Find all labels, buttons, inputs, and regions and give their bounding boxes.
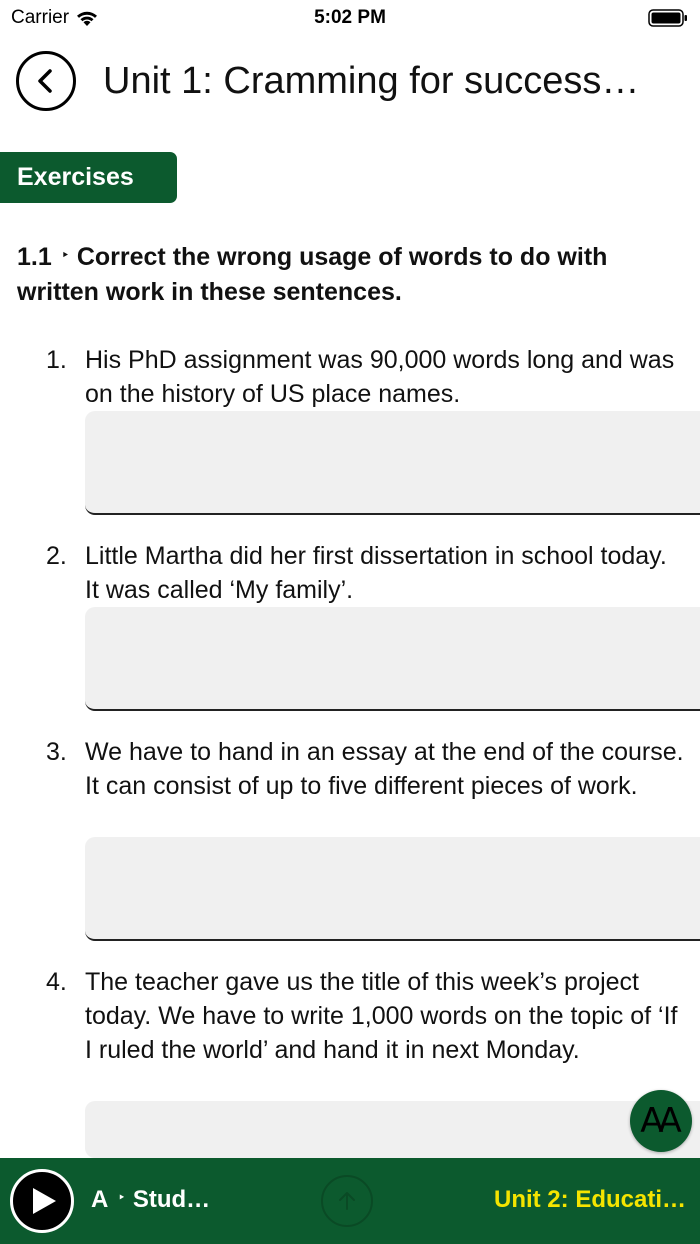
- chevron-left-icon: [38, 69, 52, 93]
- question-text: Little Martha did her first dissertation…: [85, 542, 667, 604]
- font-size-button[interactable]: AA: [630, 1090, 692, 1152]
- triangle-right-icon: ‣: [61, 248, 69, 263]
- scroll-top-button[interactable]: [321, 1175, 373, 1227]
- page-title: Unit 1: Cramming for success…: [103, 60, 640, 102]
- status-time: 5:02 PM: [314, 7, 386, 28]
- status-bar: Carrier 5:02 PM: [0, 0, 700, 36]
- exercise-number: 1.1: [17, 243, 52, 271]
- answer-field-3[interactable]: [85, 837, 700, 941]
- previous-section-link[interactable]: A ‣ Stud…: [91, 1186, 210, 1214]
- instruction-text: Correct the wrong usage of words to do w…: [17, 243, 608, 307]
- answer-field-1[interactable]: [85, 411, 700, 515]
- question-text: The teacher gave us the title of this we…: [85, 968, 678, 1064]
- play-icon: [33, 1188, 56, 1214]
- triangle-right-icon: ‣: [118, 1192, 125, 1205]
- battery-icon: [648, 9, 687, 27]
- font-size-icon: AA: [640, 1101, 682, 1141]
- next-unit-link[interactable]: Unit 2: Educati…: [494, 1186, 686, 1214]
- back-button[interactable]: [16, 51, 76, 111]
- answer-field-2[interactable]: [85, 607, 700, 711]
- question-text: His PhD assignment was 90,000 words long…: [85, 346, 675, 408]
- question-number: 4.: [46, 968, 67, 996]
- exercises-tab[interactable]: Exercises: [0, 152, 177, 203]
- arrow-up-icon: [339, 1192, 355, 1210]
- play-button[interactable]: [10, 1169, 74, 1233]
- nav-header: Unit 1: Cramming for success…: [0, 46, 700, 122]
- answer-field-4[interactable]: [85, 1101, 700, 1158]
- question-number: 2.: [46, 542, 67, 570]
- question-text: We have to hand in an essay at the end o…: [85, 738, 684, 800]
- question-number: 1.: [46, 346, 67, 374]
- question-number: 3.: [46, 738, 67, 766]
- exercise-instruction: 1.1 ‣ Correct the wrong usage of words to …: [17, 240, 687, 309]
- previous-prefix: A: [91, 1186, 109, 1213]
- previous-label: Stud…: [132, 1186, 211, 1213]
- bottom-nav-bar: A ‣ Stud… Unit 2: Educati…: [0, 1158, 700, 1244]
